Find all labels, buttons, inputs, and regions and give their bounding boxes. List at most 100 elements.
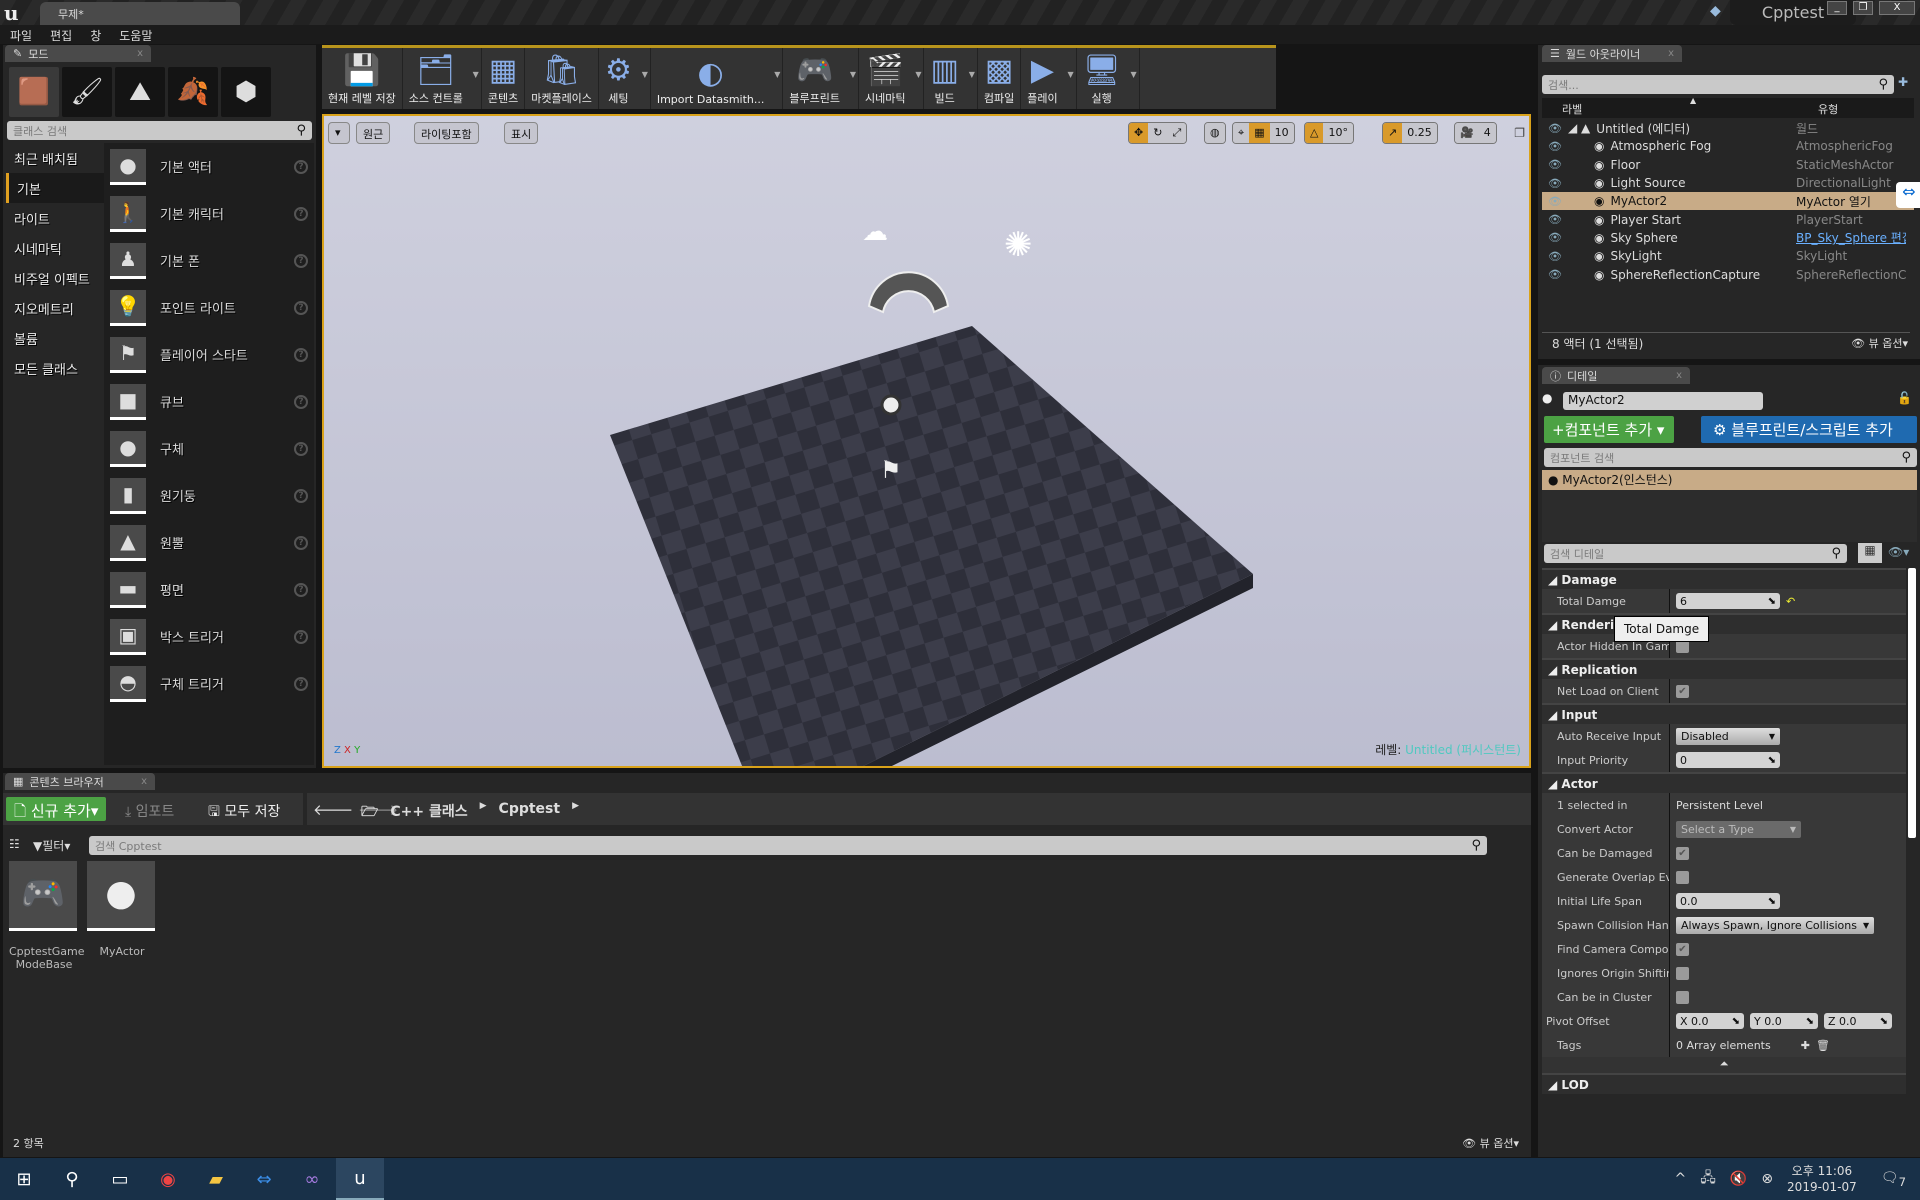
camera-speed[interactable]: 🎥 4: [1454, 122, 1497, 144]
search-icon[interactable]: ⚲: [48, 1158, 96, 1200]
category-item[interactable]: 최근 배치됨: [6, 143, 104, 173]
number-input[interactable]: 0: [1676, 752, 1780, 768]
outliner-row[interactable]: 👁 ◉ Floor StaticMeshActor: [1542, 156, 1914, 174]
skylight-icon[interactable]: [867, 271, 950, 314]
number-input[interactable]: 6: [1676, 593, 1780, 609]
section-replication[interactable]: ◢ Replication: [1542, 658, 1906, 679]
chevron-right-icon[interactable]: ▶: [480, 801, 487, 825]
visibility-eye-icon[interactable]: 👁: [1548, 177, 1564, 190]
toolbar-button-marketplace[interactable]: 🛍 마켓플레이스: [525, 48, 599, 109]
maximize-button[interactable]: ❐: [1853, 1, 1873, 15]
visibility-eye-icon[interactable]: 👁: [1548, 231, 1564, 244]
close-icon[interactable]: x: [1676, 370, 1682, 381]
category-item[interactable]: 비주얼 이펙트: [6, 263, 104, 293]
modes-tab[interactable]: ✎ 모드 x: [5, 45, 151, 62]
category-item[interactable]: 지오메트리: [6, 293, 104, 323]
close-icon[interactable]: x: [137, 48, 143, 59]
toolbar-button-settings[interactable]: ⚙ 세팅 ▼: [599, 48, 651, 109]
paint-mode-icon[interactable]: 🖌: [62, 67, 112, 117]
asset-tile[interactable]: ● MyActor: [87, 861, 157, 971]
viewport-options-button[interactable]: ▾: [328, 122, 350, 144]
section-lod[interactable]: ◢ LOD: [1542, 1073, 1906, 1094]
toolbar-button-save[interactable]: 💾 현재 레벨 저장: [322, 48, 403, 109]
scale-snap-value[interactable]: 0.25: [1402, 123, 1437, 143]
breadcrumb-cpptest[interactable]: Cpptest: [499, 801, 561, 825]
help-icon[interactable]: ?: [294, 629, 308, 644]
scale-icon[interactable]: ↗: [1383, 123, 1403, 143]
dropdown-arrow-icon[interactable]: ▼: [774, 70, 780, 79]
lighting-mode-button[interactable]: 라이팅포함: [414, 122, 479, 144]
unreal-engine-icon[interactable]: u: [336, 1158, 384, 1200]
placeable-item[interactable]: 💡 포인트 라이트?: [104, 284, 314, 331]
visibility-eye-icon[interactable]: 👁: [1548, 268, 1564, 281]
section-damage[interactable]: ◢ Damage: [1542, 568, 1906, 589]
placeable-item[interactable]: ◓ 구체 트리거?: [104, 660, 314, 707]
notifications-icon[interactable]: 🗨7: [1881, 1170, 1906, 1189]
checkbox[interactable]: ✔: [1676, 846, 1689, 860]
dropdown-arrow-icon[interactable]: ▼: [850, 70, 856, 79]
advanced-collapse-icon[interactable]: ⏶: [1542, 1057, 1906, 1073]
outliner-tab[interactable]: ☰ 월드 아웃라이너 x: [1542, 45, 1682, 62]
floor-mesh[interactable]: [610, 326, 1253, 768]
myactor2-sphere[interactable]: [880, 394, 902, 416]
outliner-row[interactable]: 👁 ◉ MyActor2 MyActor 열기: [1542, 192, 1914, 211]
visibility-eye-icon[interactable]: 👁: [1548, 158, 1564, 171]
outliner-search-input[interactable]: 검색... ⚲: [1542, 75, 1894, 94]
visibility-eye-icon[interactable]: 👁: [1548, 195, 1564, 208]
toolbar-button-compile[interactable]: ▩ 컴파일: [978, 48, 1022, 109]
back-icon[interactable]: 🡐: [313, 801, 353, 819]
menu-edit[interactable]: 편집: [50, 27, 72, 43]
category-item[interactable]: 모든 클래스: [6, 353, 104, 383]
vector-component-input[interactable]: Z 0.0: [1824, 1013, 1892, 1029]
category-item[interactable]: 라이트: [6, 203, 104, 233]
landscape-mode-icon[interactable]: ⛰: [115, 67, 165, 117]
outliner-row[interactable]: 👁 ◉ Atmospheric Fog AtmosphericFog: [1542, 137, 1914, 155]
col-type[interactable]: 유형: [1818, 101, 1838, 117]
help-icon[interactable]: ?: [294, 582, 308, 597]
level-viewport[interactable]: ☁ ✺ ⚑ ▾ 원근 라이팅포함 표시 ✥ ↻ ⤢ ◍ ⌖ ▦ 10 △ 10° ↗ 0.2…: [322, 114, 1531, 768]
toolbar-button-content[interactable]: ▦ 콘텐츠: [482, 48, 526, 109]
foliage-mode-icon[interactable]: 🍂: [168, 67, 218, 117]
transform-tools[interactable]: ✥ ↻ ⤢: [1128, 122, 1188, 144]
teamviewer-icon[interactable]: ⇔: [1896, 182, 1920, 208]
close-icon[interactable]: x: [141, 776, 147, 787]
dropdown-arrow-icon[interactable]: ▼: [915, 70, 921, 79]
angle-icon[interactable]: △: [1305, 123, 1324, 143]
placeable-item[interactable]: 🚶 기본 캐릭터?: [104, 190, 314, 237]
details-search-input[interactable]: 검색 디테일 ⚲: [1544, 544, 1847, 563]
show-hidden-icons-icon[interactable]: ^: [1675, 1171, 1687, 1187]
outliner-row[interactable]: 👁 ◉ SkyLight SkyLight: [1542, 247, 1914, 265]
visibility-eye-icon[interactable]: 👁: [1548, 213, 1564, 226]
place-mode-icon[interactable]: 🟫: [9, 67, 59, 117]
scale-tool-icon[interactable]: ⤢: [1167, 123, 1187, 143]
checkbox[interactable]: [1676, 966, 1689, 980]
outliner-row[interactable]: 👁 ◉ Sky Sphere BP_Sky_Sphere 편집: [1542, 229, 1914, 247]
volume-muted-icon[interactable]: 🔇: [1730, 1171, 1747, 1187]
close-button[interactable]: X: [1879, 1, 1915, 15]
placeable-item[interactable]: ■ 큐브?: [104, 378, 314, 425]
task-view-icon[interactable]: ▭: [96, 1158, 144, 1200]
content-browser-tab[interactable]: ▦ 콘텐츠 브라우저 x: [5, 773, 155, 790]
menu-file[interactable]: 파일: [10, 27, 32, 43]
camera-icon[interactable]: 🎥: [1455, 123, 1479, 143]
placeable-item[interactable]: ● 구체?: [104, 425, 314, 472]
rotation-snap-value[interactable]: 10°: [1323, 123, 1353, 143]
grid-snap-value[interactable]: 10: [1269, 123, 1294, 143]
dropdown-select[interactable]: Select a Type ▼: [1676, 820, 1801, 838]
placeable-item[interactable]: ♟ 기본 폰?: [104, 237, 314, 284]
breadcrumb-cpp-classes[interactable]: C++ 클래스: [390, 801, 467, 825]
outliner-row[interactable]: 👁 ◢ ▲ Untitled (에디터) 월드: [1542, 119, 1914, 137]
component-search-input[interactable]: 컴포넌트 검색 ⚲: [1544, 448, 1917, 467]
category-item[interactable]: 기본: [6, 173, 104, 203]
directional-light-icon[interactable]: ✺: [1004, 225, 1033, 265]
add-element-icon[interactable]: ✚: [1801, 1039, 1810, 1052]
category-item[interactable]: 시네마틱: [6, 233, 104, 263]
toolbar-button-play[interactable]: ▶ 플레이 ▼: [1021, 48, 1077, 109]
grid-snap[interactable]: ⌖ ▦ 10: [1232, 122, 1295, 144]
checkbox[interactable]: ✔: [1676, 942, 1689, 956]
show-button[interactable]: 표시: [504, 122, 539, 144]
actor-type[interactable]: MyActor 열기: [1796, 193, 1906, 210]
section-rendering[interactable]: ◢ Rendering: [1542, 613, 1906, 634]
close-icon[interactable]: x: [1668, 48, 1674, 59]
checkbox[interactable]: ✔: [1676, 684, 1689, 698]
